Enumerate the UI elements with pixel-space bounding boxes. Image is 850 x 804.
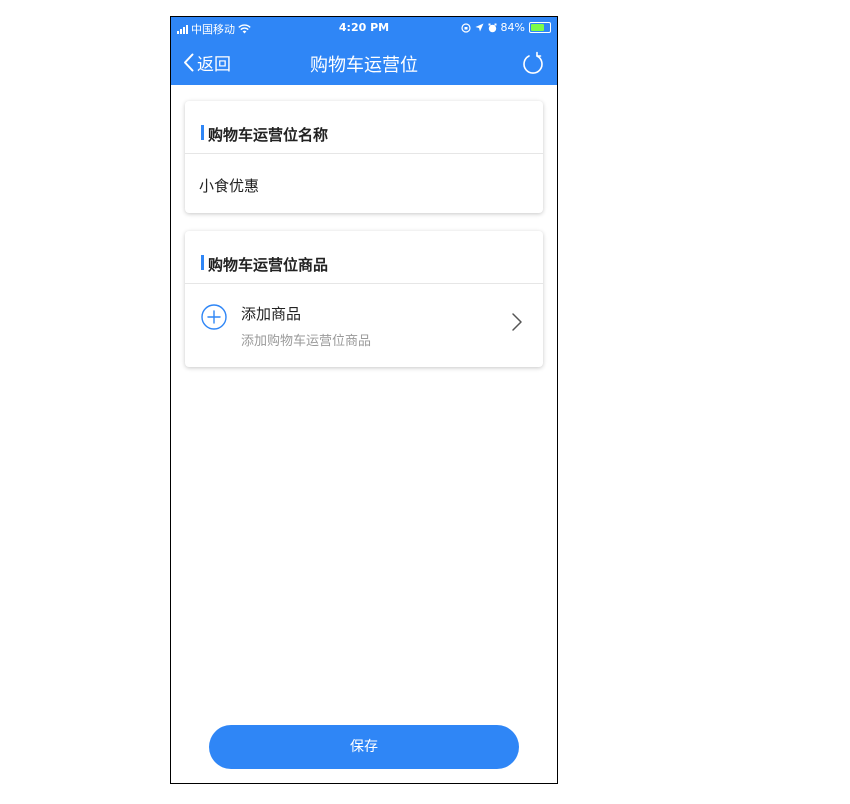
chevron-right-icon — [512, 313, 522, 331]
section-accent-bar — [201, 255, 204, 270]
content-area: 购物车运营位名称 小食优惠 购物车运营位商品 添加商品 添加购物车运营位商品 保… — [171, 85, 557, 783]
goods-card: 购物车运营位商品 添加商品 添加购物车运营位商品 — [185, 231, 543, 367]
rotation-lock-icon — [460, 22, 471, 33]
status-bar: 中国移动 4:20 PM 84% — [171, 17, 557, 39]
location-icon — [475, 23, 484, 32]
add-circle-icon — [201, 304, 227, 330]
goods-card-header: 购物车运营位商品 — [185, 231, 543, 284]
page-title: 购物车运营位 — [310, 55, 418, 76]
name-card-header: 购物车运营位名称 — [185, 101, 543, 154]
add-goods-title: 添加商品 — [241, 305, 302, 323]
refresh-icon[interactable] — [521, 51, 545, 75]
name-section-title: 购物车运营位名称 — [208, 126, 329, 144]
status-right: 84% — [460, 21, 551, 34]
add-goods-subtitle: 添加购物车运营位商品 — [241, 334, 372, 349]
save-button[interactable]: 保存 — [209, 725, 519, 769]
battery-icon — [529, 22, 551, 33]
name-card: 购物车运营位名称 小食优惠 — [185, 101, 543, 213]
nav-bar: 返回 购物车运营位 — [171, 39, 557, 85]
goods-section-title: 购物车运营位商品 — [208, 256, 329, 274]
battery-percent: 84% — [500, 21, 525, 34]
alarm-icon — [488, 23, 497, 32]
name-value[interactable]: 小食优惠 — [199, 175, 259, 196]
add-goods-row[interactable]: 添加商品 添加购物车运营位商品 — [185, 284, 543, 367]
section-accent-bar — [201, 125, 204, 140]
battery-fill — [531, 24, 545, 31]
phone-screen: 中国移动 4:20 PM 84% 返回 购物车运营位 购物车运营位名称 小食优惠… — [170, 16, 558, 784]
